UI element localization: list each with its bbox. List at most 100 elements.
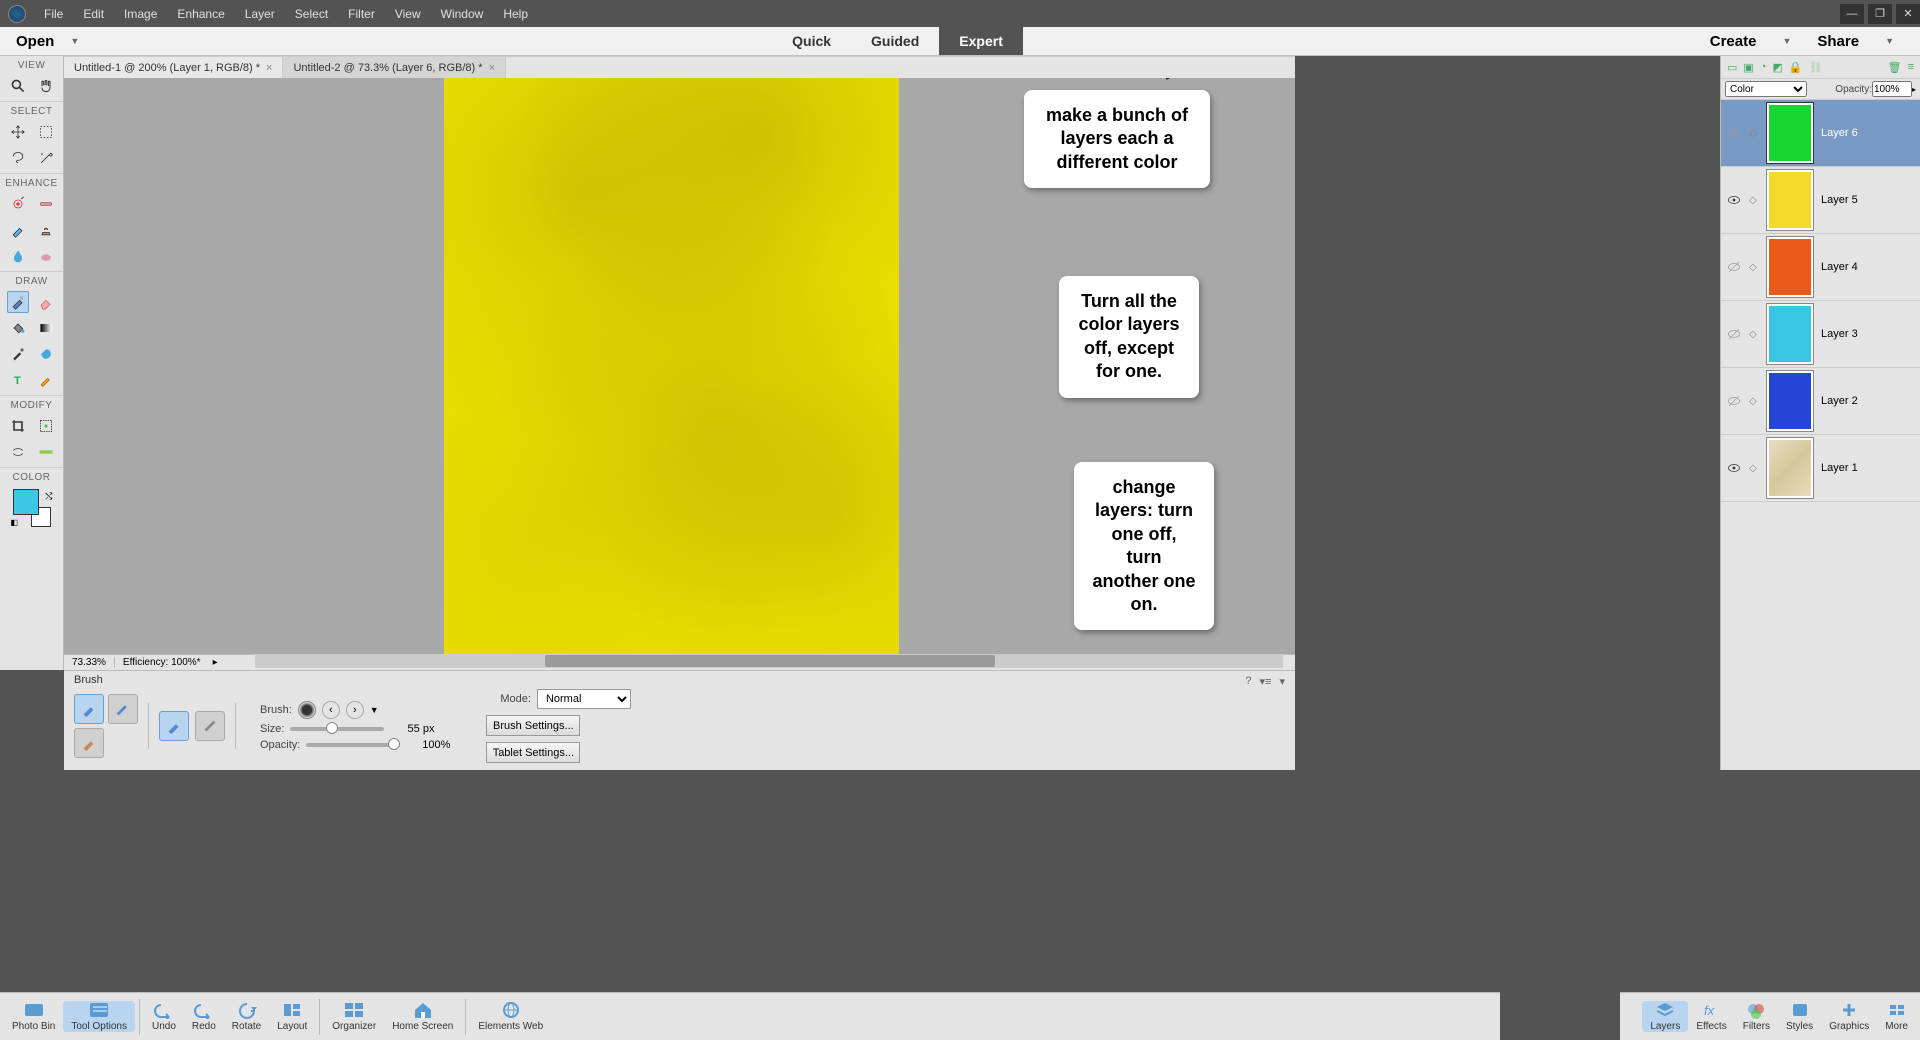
create-button[interactable]: Create <box>1710 33 1757 50</box>
brush-settings-button[interactable]: Brush Settings... <box>486 715 580 736</box>
opacity-stepper-icon[interactable]: ▸ <box>1912 85 1916 94</box>
default-colors-icon[interactable]: ◧ <box>11 518 19 527</box>
layer-thumbnail[interactable] <box>1767 371 1813 431</box>
eyedropper-tool-icon[interactable] <box>7 343 29 365</box>
layer-thumbnail[interactable] <box>1767 103 1813 163</box>
elements-web-button[interactable]: Elements Web <box>470 1001 551 1032</box>
new-group-icon[interactable]: ▣ <box>1743 61 1753 74</box>
visibility-off-icon[interactable] <box>1727 260 1741 274</box>
visibility-on-icon[interactable] <box>1727 193 1741 207</box>
horizontal-scrollbar[interactable] <box>255 654 1283 668</box>
undo-button[interactable]: Undo <box>144 1001 184 1032</box>
marquee-tool-icon[interactable] <box>35 121 57 143</box>
layer-thumbnail[interactable] <box>1767 438 1813 498</box>
layer-lock-icon[interactable]: ◇ <box>1749 396 1759 407</box>
menu-image[interactable]: Image <box>114 7 167 21</box>
shape-tool-icon[interactable] <box>35 343 57 365</box>
layer-row[interactable]: ◇Layer 3 <box>1721 301 1920 368</box>
layer-row[interactable]: ◇ Layer 6 <box>1721 100 1920 167</box>
layer-thumbnail[interactable] <box>1767 170 1813 230</box>
new-layer-icon[interactable]: ▭ <box>1727 61 1737 74</box>
zoom-tool-icon[interactable] <box>7 75 29 97</box>
redo-button[interactable]: Redo <box>184 1001 224 1032</box>
tab-close-icon[interactable]: × <box>489 62 495 74</box>
menu-file[interactable]: File <box>34 7 73 21</box>
visibility-on-icon[interactable] <box>1727 461 1741 475</box>
styles-tab-button[interactable]: Styles <box>1778 1001 1821 1032</box>
brush-mode-erase[interactable] <box>195 711 225 741</box>
document-canvas[interactable] <box>444 78 899 654</box>
sponge-tool-icon[interactable] <box>35 245 57 267</box>
layer-row[interactable]: ◇ Layer 2 <box>1721 368 1920 435</box>
link-icon[interactable]: ⛓ <box>1809 61 1823 74</box>
brush-variant-color-replace[interactable] <box>74 728 104 758</box>
mask-icon[interactable]: ◩ <box>1772 61 1782 74</box>
delete-layer-icon[interactable]: 🗑 <box>1888 61 1902 74</box>
share-dropdown-icon[interactable]: ▼ <box>1879 36 1900 46</box>
menu-enhance[interactable]: Enhance <box>167 7 234 21</box>
layer-lock-icon[interactable]: ◇ <box>1749 463 1759 474</box>
prev-brush-icon[interactable]: ‹ <box>322 701 340 719</box>
share-button[interactable]: Share <box>1817 33 1859 50</box>
document-tab[interactable]: Untitled-1 @ 200% (Layer 1, RGB/8) * × <box>64 57 283 78</box>
zoom-level[interactable]: 73.33% <box>64 657 115 668</box>
photo-bin-button[interactable]: Photo Bin <box>4 1001 63 1032</box>
visibility-off-icon[interactable] <box>1727 394 1741 408</box>
opacity-slider[interactable] <box>306 743 400 747</box>
layer-row[interactable]: ◇ Layer 1 <box>1721 435 1920 502</box>
recompose-tool-icon[interactable] <box>35 415 57 437</box>
blend-mode-select[interactable]: Normal <box>537 689 631 709</box>
menu-filter[interactable]: Filter <box>338 7 385 21</box>
minimize-button[interactable]: — <box>1840 4 1864 24</box>
panel-menu-icon[interactable]: ▾≡ <box>1260 675 1272 688</box>
menu-select[interactable]: Select <box>285 7 338 21</box>
document-tab[interactable]: Untitled-2 @ 73.3% (Layer 6, RGB/8) * × <box>283 57 506 78</box>
layers-tab-button[interactable]: Layers <box>1642 1001 1688 1032</box>
layer-name[interactable]: Layer 1 <box>1821 462 1858 474</box>
layer-thumbnail[interactable] <box>1767 304 1813 364</box>
visibility-off-icon[interactable] <box>1727 126 1741 140</box>
tablet-settings-button[interactable]: Tablet Settings... <box>486 742 580 763</box>
menu-layer[interactable]: Layer <box>235 7 285 21</box>
smart-brush-tool-icon[interactable] <box>7 219 29 241</box>
next-brush-icon[interactable]: › <box>346 701 364 719</box>
canvas-area[interactable]: make a bunch of layers each a different … <box>64 78 1295 654</box>
blend-mode-select[interactable]: Color <box>1725 81 1807 97</box>
layout-button[interactable]: Layout <box>269 1001 315 1032</box>
swap-colors-icon[interactable]: ⤭ <box>45 491 52 502</box>
scrollbar-thumb[interactable] <box>545 655 995 667</box>
lasso-tool-icon[interactable] <box>7 147 29 169</box>
status-dropdown-icon[interactable]: ▸ <box>213 657 218 668</box>
visibility-off-icon[interactable] <box>1727 327 1741 341</box>
mode-guided[interactable]: Guided <box>851 27 939 55</box>
collapse-icon[interactable]: ▾ <box>1279 675 1285 688</box>
layer-row[interactable]: ◇Layer 4 <box>1721 234 1920 301</box>
organizer-button[interactable]: Organizer <box>324 1001 384 1032</box>
layer-thumbnail[interactable] <box>1767 237 1813 297</box>
foreground-color-swatch[interactable] <box>13 489 39 515</box>
wand-tool-icon[interactable] <box>35 147 57 169</box>
layer-name[interactable]: Layer 4 <box>1821 261 1858 273</box>
adjustment-layer-icon[interactable]: ◔ <box>1760 61 1767 73</box>
menu-edit[interactable]: Edit <box>73 7 114 21</box>
color-swatch[interactable]: ⤭ ◧ <box>13 489 51 527</box>
effects-tab-button[interactable]: fxEffects <box>1688 1001 1734 1032</box>
home-screen-button[interactable]: Home Screen <box>384 1001 461 1032</box>
help-icon[interactable]: ? <box>1245 675 1251 688</box>
layer-lock-icon[interactable]: ◇ <box>1749 195 1759 206</box>
pencil-tool-icon[interactable] <box>35 369 57 391</box>
layer-name[interactable]: Layer 6 <box>1821 127 1858 139</box>
brush-variant-impressionist[interactable] <box>108 694 138 724</box>
layer-name[interactable]: Layer 5 <box>1821 194 1858 206</box>
brush-mode-paint[interactable] <box>159 711 189 741</box>
spot-heal-tool-icon[interactable] <box>35 193 57 215</box>
clone-stamp-tool-icon[interactable] <box>35 219 57 241</box>
size-slider[interactable] <box>290 727 384 731</box>
layer-name[interactable]: Layer 3 <box>1821 328 1858 340</box>
tool-options-button[interactable]: Tool Options <box>63 1001 135 1032</box>
layer-lock-icon[interactable]: ◇ <box>1749 128 1759 139</box>
menu-window[interactable]: Window <box>431 7 494 21</box>
layer-name[interactable]: Layer 2 <box>1821 395 1858 407</box>
rotate-button[interactable]: Rotate <box>224 1001 269 1032</box>
filters-tab-button[interactable]: Filters <box>1735 1001 1778 1032</box>
